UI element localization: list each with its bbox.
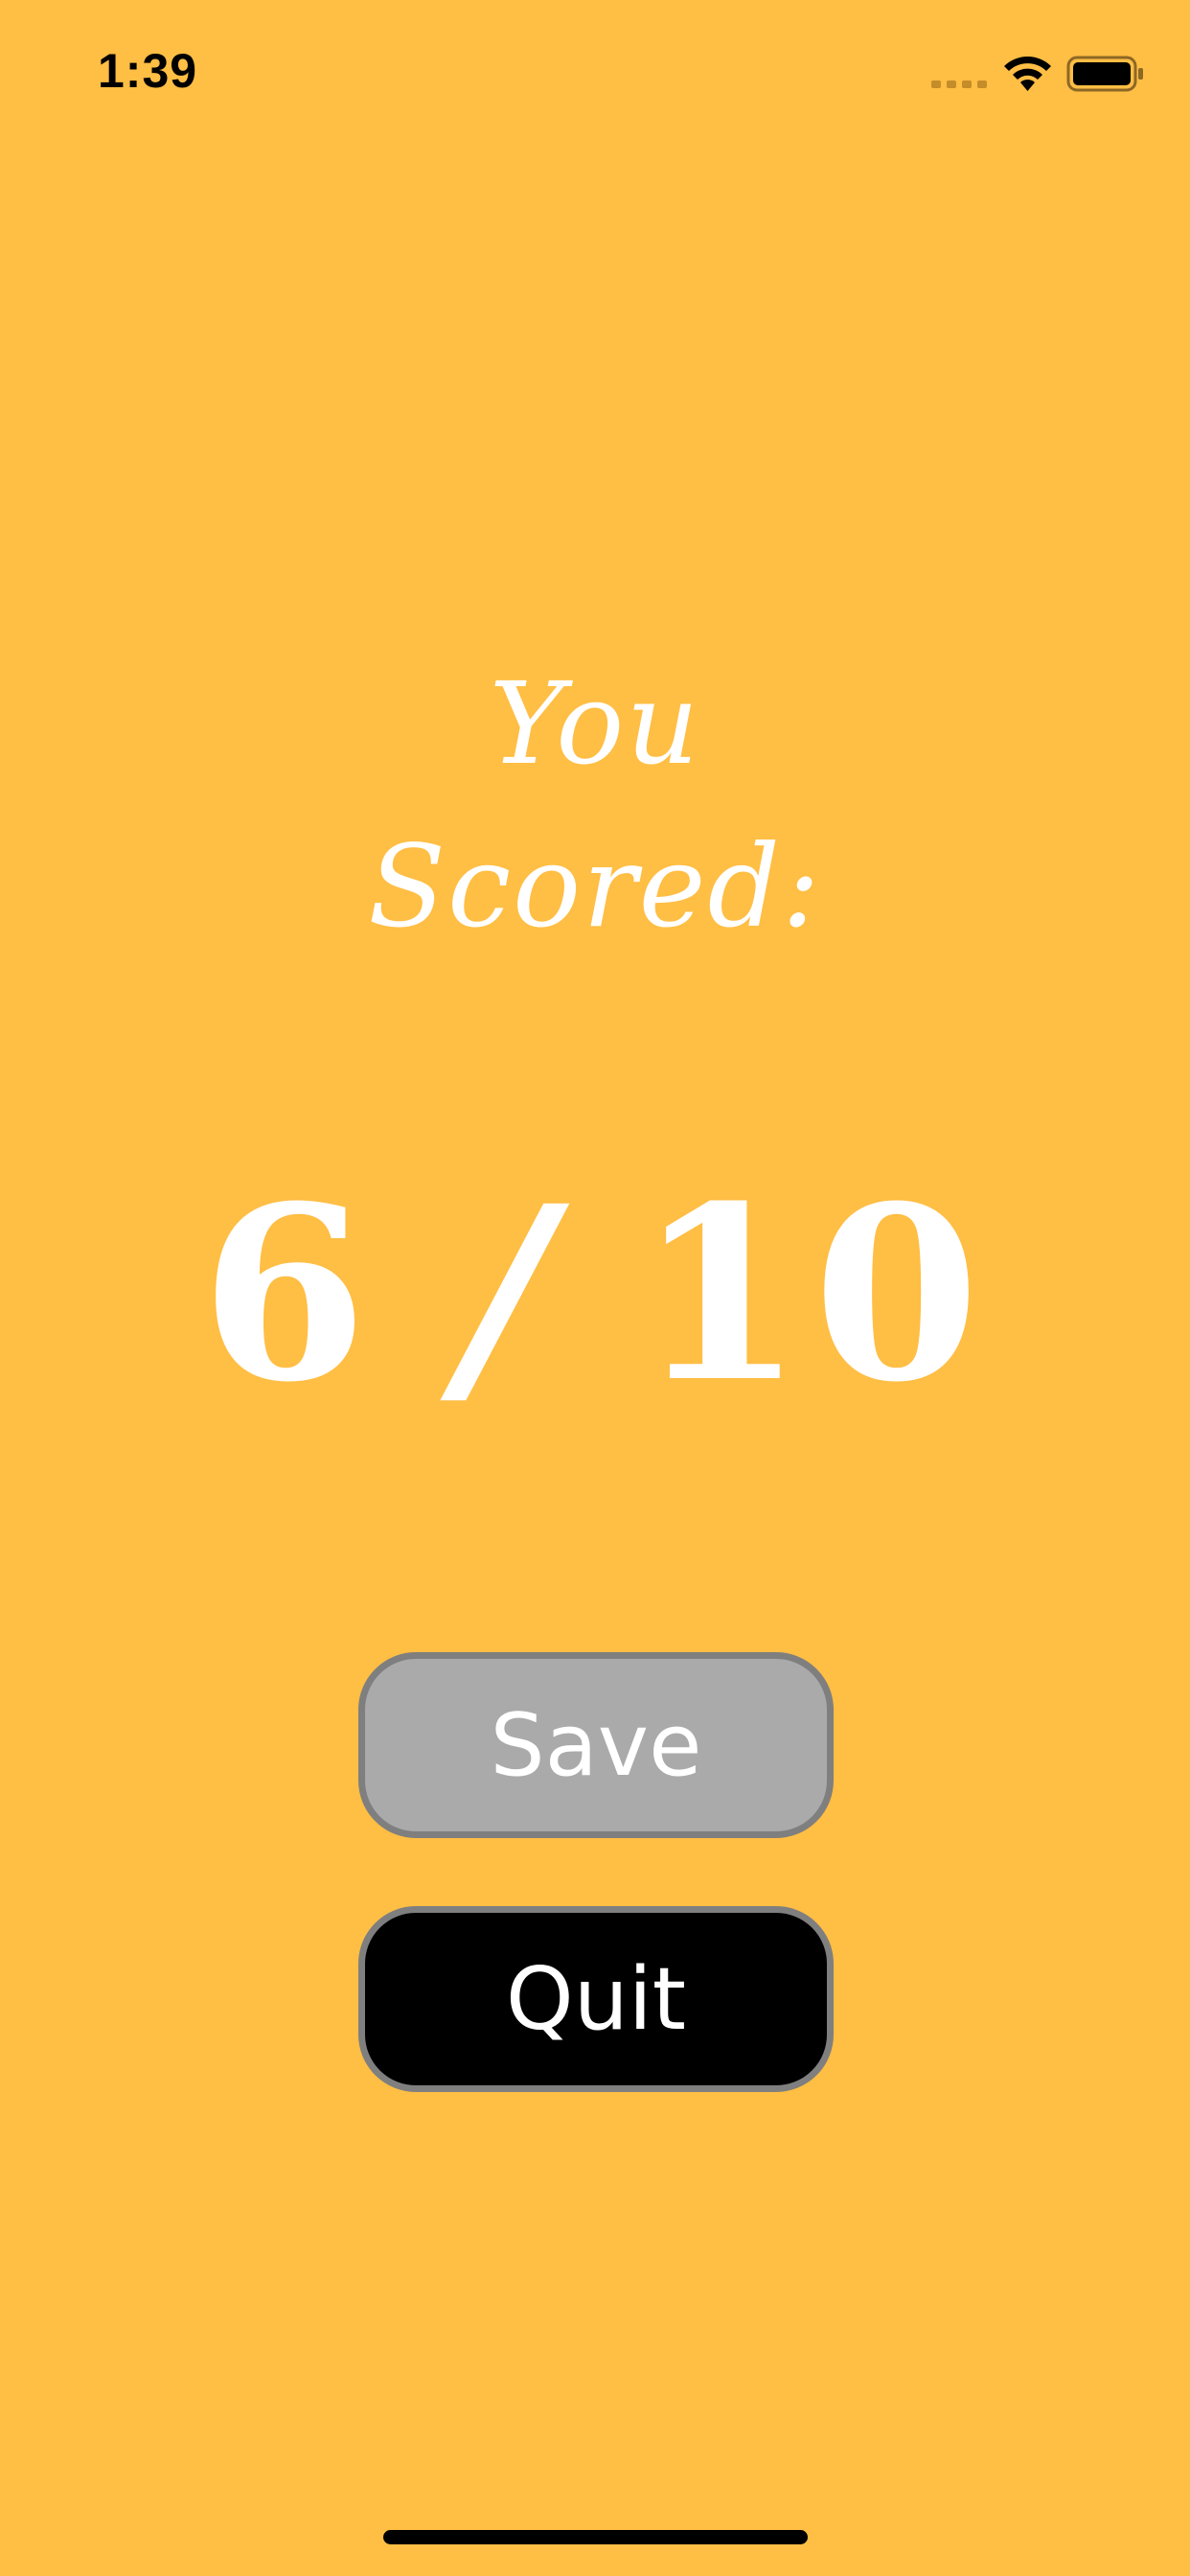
save-button[interactable]: Save xyxy=(358,1652,834,1838)
home-indicator[interactable] xyxy=(383,2530,808,2544)
status-time: 1:39 xyxy=(98,44,198,98)
heading-line-1: You xyxy=(489,657,701,790)
score-separator: / xyxy=(433,1153,581,1435)
heading-line-2: Scored: xyxy=(368,820,822,953)
score-heading: You Scored: xyxy=(0,642,1190,968)
score-display: 6/10 xyxy=(0,1150,1190,1438)
score-screen: 1:39 You Scored: 6/10 Save Quit xyxy=(0,0,1190,2576)
status-bar: 1:39 xyxy=(0,0,1190,144)
wifi-icon xyxy=(1004,56,1051,91)
quit-button-label: Quit xyxy=(505,1948,687,2050)
score-total: 10 xyxy=(636,1153,990,1435)
save-button-label: Save xyxy=(490,1694,702,1796)
score-value: 6 xyxy=(200,1153,378,1435)
cellular-signal-icon xyxy=(931,80,987,88)
quit-button[interactable]: Quit xyxy=(358,1906,834,2092)
battery-icon xyxy=(1066,56,1143,92)
